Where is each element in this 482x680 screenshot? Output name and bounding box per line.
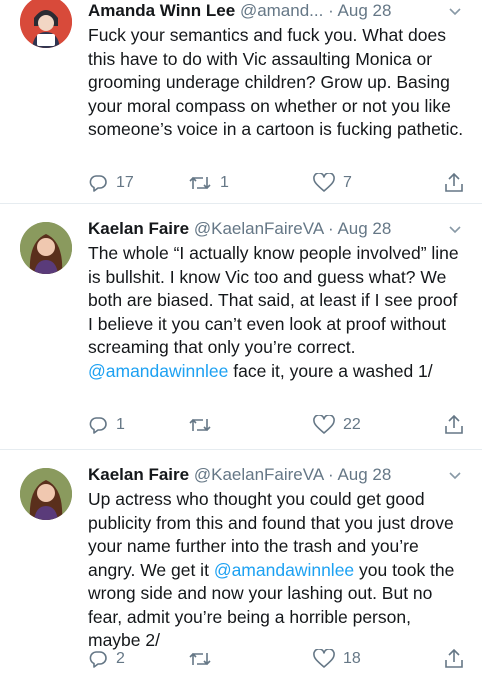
reply-count: 2 — [116, 650, 125, 667]
reply-count: 1 — [116, 416, 125, 433]
share-icon — [444, 414, 464, 436]
avatar[interactable] — [20, 468, 72, 520]
avatar[interactable] — [20, 0, 72, 48]
retweet-icon — [188, 415, 212, 435]
tweet[interactable]: Amanda Winn Lee @amand... · Aug 28 Fuck … — [0, 0, 482, 203]
tweet-header: Kaelan Faire @KaelanFaireVA · Aug 28 — [88, 464, 464, 486]
mention-link[interactable]: @amandawinnlee — [88, 361, 228, 381]
user-handle[interactable]: @KaelanFaireVA — [194, 219, 323, 238]
tweet-actions: 17 1 7 — [88, 170, 464, 196]
tweet-text: The whole “I actually know people involv… — [88, 242, 464, 383]
tweet-header: Kaelan Faire @KaelanFaireVA · Aug 28 — [88, 218, 464, 240]
user-handle[interactable]: @amand... — [240, 1, 323, 20]
reply-icon — [88, 415, 108, 435]
display-name[interactable]: Kaelan Faire — [88, 219, 189, 238]
retweet-button[interactable]: 1 — [188, 173, 313, 193]
tweet-text: Fuck your semantics and fuck you. What d… — [88, 25, 464, 139]
separator-dot: · — [328, 1, 334, 20]
display-name[interactable]: Kaelan Faire — [88, 465, 189, 484]
reply-button[interactable]: 17 — [88, 173, 188, 193]
like-count: 22 — [343, 416, 361, 433]
chevron-down-icon[interactable] — [446, 218, 464, 240]
reply-count: 17 — [116, 174, 134, 191]
share-button[interactable] — [444, 648, 464, 670]
like-count: 18 — [343, 650, 361, 667]
user-handle[interactable]: @KaelanFaireVA — [194, 465, 323, 484]
reply-button[interactable]: 1 — [88, 415, 188, 435]
separator-dot: · — [327, 465, 334, 484]
share-button[interactable] — [444, 414, 464, 436]
mention-link[interactable]: @amandawinnlee — [214, 560, 354, 580]
tweet-actions: 1 22 — [88, 412, 464, 438]
avatar[interactable] — [20, 222, 72, 274]
chevron-down-icon[interactable] — [446, 464, 464, 486]
tweet[interactable]: Kaelan Faire @KaelanFaireVA · Aug 28 The… — [0, 203, 482, 449]
retweet-count: 1 — [220, 174, 229, 191]
tweet-date[interactable]: Aug 28 — [338, 1, 392, 20]
share-button[interactable] — [444, 172, 464, 194]
tweet-date[interactable]: Aug 28 — [337, 465, 391, 484]
share-icon — [444, 172, 464, 194]
separator-dot: · — [327, 219, 334, 238]
reply-icon — [88, 649, 108, 669]
heart-icon — [313, 173, 335, 193]
tweet[interactable]: Kaelan Faire @KaelanFaireVA · Aug 28 Up … — [0, 449, 482, 680]
like-count: 7 — [343, 174, 352, 191]
retweet-button[interactable] — [188, 415, 313, 435]
chevron-down-icon[interactable] — [446, 0, 464, 22]
display-name[interactable]: Amanda Winn Lee — [88, 1, 235, 20]
tweet-header: Amanda Winn Lee @amand... · Aug 28 — [88, 0, 464, 22]
retweet-button[interactable] — [188, 649, 313, 669]
reply-button[interactable]: 2 — [88, 649, 188, 669]
like-button[interactable]: 18 — [313, 649, 423, 669]
tweet-text-part: face it, youre a washed 1/ — [228, 360, 433, 381]
like-button[interactable]: 7 — [313, 173, 423, 193]
retweet-icon — [188, 173, 212, 193]
heart-icon — [313, 415, 335, 435]
tweet-text-part: The whole “I actually know people involv… — [88, 243, 464, 357]
like-button[interactable]: 22 — [313, 415, 423, 435]
tweet-text: Up actress who thought you could get goo… — [88, 488, 464, 653]
reply-icon — [88, 173, 108, 193]
heart-icon — [313, 649, 335, 669]
tweet-date[interactable]: Aug 28 — [337, 219, 391, 238]
share-icon — [444, 648, 464, 670]
tweet-actions: 2 18 — [88, 646, 464, 672]
retweet-icon — [188, 649, 212, 669]
